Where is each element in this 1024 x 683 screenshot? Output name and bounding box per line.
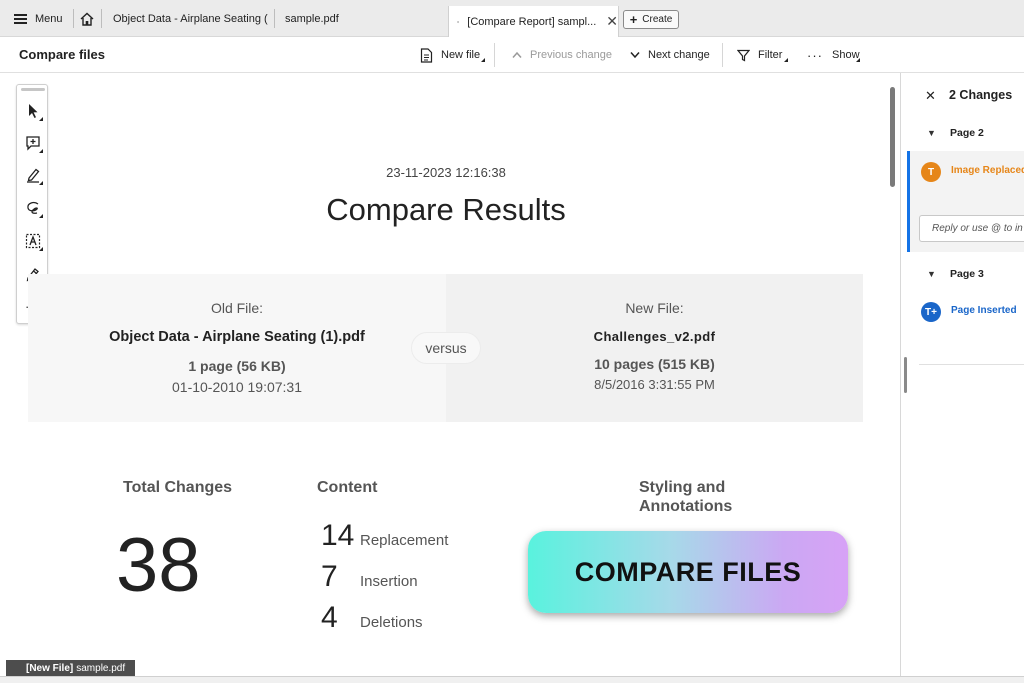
new-file-label: New File: (625, 300, 684, 316)
menu-button[interactable]: Menu (14, 9, 63, 29)
create-button[interactable]: + Create (623, 10, 679, 29)
old-file-name: Object Data - Airplane Seating (1).pdf (109, 329, 365, 345)
chevron-up-icon (512, 51, 522, 58)
total-changes-heading: Total Changes (123, 479, 233, 496)
previous-change-button[interactable]: Previous change (512, 46, 612, 64)
chevron-down-icon (630, 52, 640, 59)
versus-badge: versus (411, 332, 481, 364)
content-count: 14 (321, 519, 355, 552)
new-file-size: 10 pages (515 KB) (594, 356, 715, 372)
content-heading: Content (317, 479, 378, 496)
home-icon[interactable] (79, 11, 95, 27)
chevron-down-icon[interactable]: ▼ (927, 269, 936, 279)
new-file-label: New file (441, 49, 481, 61)
menu-label: Menu (35, 13, 63, 25)
tab-separator (101, 9, 102, 28)
bottom-edge (0, 676, 1024, 683)
total-changes-count: 38 (116, 523, 201, 608)
content-count: 7 (321, 560, 338, 593)
document-icon (420, 47, 433, 63)
old-file-size: 1 page (56 KB) (188, 358, 286, 374)
next-change-button[interactable]: Next change (630, 46, 710, 64)
tab-compare-report[interactable]: [Compare Report] sampl... ✕ (448, 6, 619, 37)
dropdown-corner-icon (784, 58, 788, 62)
new-file-name: Challenges_v2.pdf (593, 329, 716, 344)
changes-count-title: 2 Changes (949, 88, 1013, 102)
old-file-date: 01-10-2010 19:07:31 (172, 379, 302, 395)
content-count: 4 (321, 601, 338, 634)
filter-icon (737, 49, 750, 61)
compare-toolbar: Compare files New file Previous change N… (0, 37, 1024, 73)
change-item-label[interactable]: Page Inserted (951, 305, 1017, 316)
page-inserted-icon: T+ (921, 302, 941, 322)
page-title: Compare files (19, 47, 105, 62)
content-label: Insertion (360, 573, 418, 590)
tab-bar: Menu Object Data - Airplane Seating (1..… (0, 0, 1024, 37)
chevron-down-icon[interactable]: ▼ (927, 128, 936, 138)
tab-sample-pdf[interactable]: sample.pdf (285, 8, 365, 30)
old-file-label: Old File: (210, 300, 264, 316)
file-status-bar: [New File] sample.pdf (6, 660, 135, 676)
new-file-card: New File: Challenges_v2.pdf 10 pages (51… (446, 274, 863, 422)
toolbar-separator (722, 43, 723, 67)
dropdown-corner-icon (481, 58, 485, 62)
next-change-label: Next change (648, 49, 710, 61)
hamburger-icon (14, 14, 27, 24)
plus-icon: + (629, 12, 638, 27)
content-row: 7 Insertion (321, 560, 418, 593)
report-title: Compare Results (326, 192, 566, 227)
close-tab-icon[interactable]: ✕ (606, 13, 618, 30)
drag-handle[interactable] (21, 88, 45, 91)
filter-label: Filter (758, 49, 783, 61)
tab-separator (274, 9, 275, 28)
text-box-icon[interactable] (23, 231, 43, 251)
filter-button[interactable]: Filter (737, 46, 782, 64)
show-button[interactable]: ··· Show (807, 46, 860, 64)
content-label: Deletions (360, 614, 423, 631)
tab-label: [Compare Report] sampl... (467, 15, 597, 28)
tab-label: sample.pdf (285, 13, 339, 25)
previous-change-label: Previous change (530, 49, 612, 61)
tab-object-data[interactable]: Object Data - Airplane Seating (1... (113, 8, 268, 30)
panel-divider-line (919, 364, 1024, 365)
image-replaced-icon: T (921, 162, 941, 182)
new-file-date: 8/5/2016 3:31:55 PM (594, 377, 715, 392)
content-label: Replacement (360, 532, 449, 549)
reply-input[interactable]: Reply or use @ to in (919, 215, 1024, 242)
styling-heading-line1: Styling and (639, 479, 726, 496)
select-tool-icon[interactable] (23, 101, 43, 121)
tab-separator (73, 9, 74, 28)
old-file-card: Old File: Object Data - Airplane Seating… (28, 274, 446, 422)
content-row: 4 Deletions (321, 601, 423, 634)
new-file-button[interactable]: New file (420, 46, 480, 64)
section-page-2[interactable]: Page 2 (950, 127, 984, 139)
more-icon: ··· (807, 47, 823, 63)
status-prefix: [New File] (26, 662, 74, 674)
compare-files-button[interactable]: COMPARE FILES (528, 531, 848, 613)
content-row: 14 Replacement (321, 519, 449, 552)
styling-heading-line2: Annotations (639, 498, 733, 515)
panel-resize-handle[interactable] (904, 357, 907, 393)
document-scrollbar[interactable] (890, 87, 895, 187)
dropdown-corner-icon (856, 58, 860, 62)
status-file: sample.pdf (76, 662, 126, 674)
toolbar-separator (494, 43, 495, 67)
close-panel-icon[interactable]: ✕ (925, 88, 936, 104)
report-timestamp: 23-11-2023 12:16:38 (386, 165, 506, 180)
change-item-label[interactable]: Image Replaced (951, 165, 1024, 176)
add-comment-icon[interactable] (23, 133, 43, 153)
section-page-3[interactable]: Page 3 (950, 268, 984, 280)
star-icon[interactable] (457, 15, 460, 29)
tab-label: Object Data - Airplane Seating (1... (113, 13, 268, 25)
create-label: Create (642, 14, 673, 25)
